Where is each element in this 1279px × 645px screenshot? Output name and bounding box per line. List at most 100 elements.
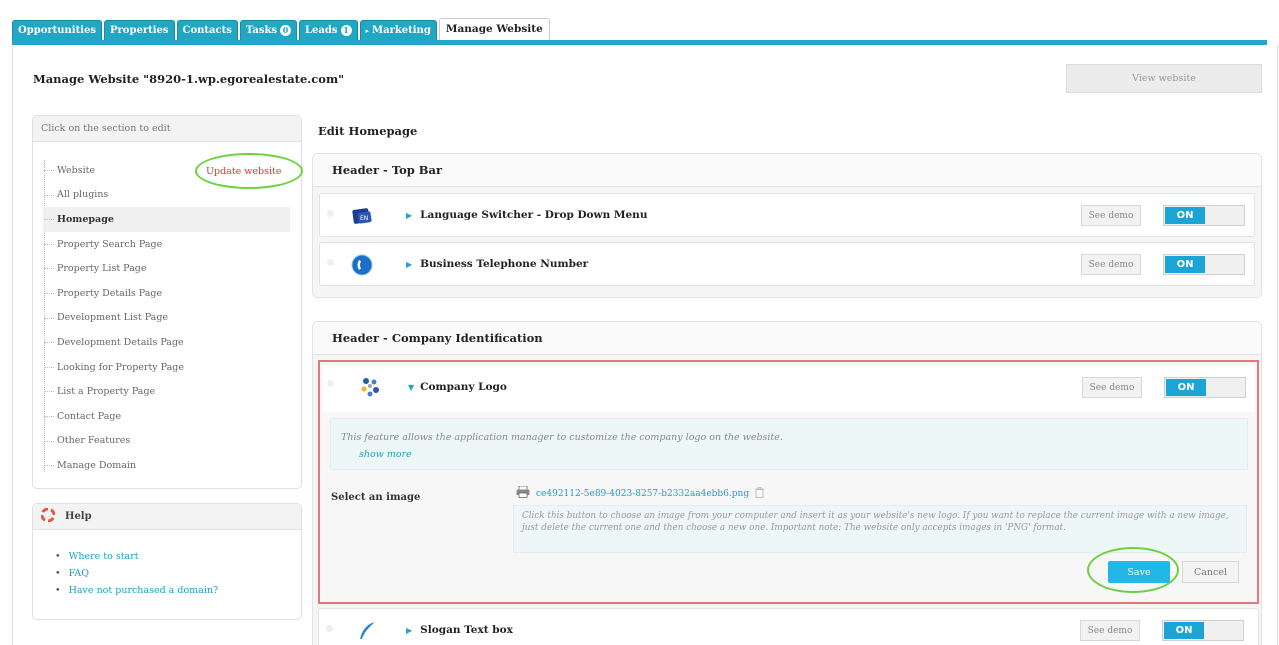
- sidebar-item-label: Property Details Page: [57, 287, 163, 299]
- feature-name: Slogan Text box: [420, 624, 513, 636]
- on-off-toggle[interactable]: ON: [1163, 254, 1245, 275]
- feature-slogan-text-box: ▶ Slogan Text box See demo ON: [318, 608, 1259, 645]
- help-link-faq[interactable]: FAQ: [55, 565, 301, 582]
- drag-handle[interactable]: [327, 380, 334, 387]
- drag-handle[interactable]: [327, 259, 334, 266]
- see-demo-button[interactable]: See demo: [1080, 620, 1140, 641]
- main-tabs: Opportunities Properties Contacts Tasks 0…: [12, 18, 550, 40]
- language-icon: EN: [350, 204, 374, 228]
- on-off-toggle[interactable]: ON: [1162, 620, 1244, 641]
- help-link-where-to-start[interactable]: Where to start: [55, 548, 301, 565]
- feature-toggle-expand[interactable]: ▶ Language Switcher - Drop Down Menu: [406, 209, 647, 221]
- uploaded-file: ce492112-5e89-4023-8257-b2332aa4ebb6.png: [516, 485, 765, 501]
- sidebar-item-label: Property List Page: [57, 263, 147, 275]
- tab-label: Opportunities: [18, 24, 97, 36]
- lifebuoy-icon: [40, 507, 56, 525]
- feature-description: This feature allows the application mana…: [330, 418, 1248, 470]
- sidebar-item-label: Manage Domain: [57, 459, 137, 471]
- sidebar-item-manage-domain[interactable]: Manage Domain: [43, 453, 293, 478]
- sidebar-item-label: List a Property Page: [57, 386, 156, 398]
- see-demo-button[interactable]: See demo: [1081, 205, 1141, 226]
- feature-toggle-expand[interactable]: ▶ Business Telephone Number: [406, 258, 588, 270]
- show-more-link[interactable]: show more: [359, 449, 1247, 460]
- tab-manage-website[interactable]: Manage Website: [438, 18, 550, 40]
- sidebar-item-property-search[interactable]: Property Search Page: [43, 232, 293, 257]
- help-link-label: FAQ: [68, 568, 90, 579]
- highlight-circle: [1087, 547, 1179, 593]
- toggle-on-label: ON: [1165, 207, 1205, 224]
- sidebar-item-property-list[interactable]: Property List Page: [43, 256, 293, 281]
- sidebar-item-homepage[interactable]: Homepage: [43, 207, 290, 232]
- tab-label: Properties: [110, 24, 169, 36]
- edit-homepage-title: Edit Homepage: [318, 124, 418, 138]
- view-website-button[interactable]: View website: [1066, 64, 1262, 93]
- sidebar-list: Website All plugins Homepage Property Se…: [43, 158, 293, 478]
- sidebar-item-property-details[interactable]: Property Details Page: [43, 281, 293, 306]
- help-title: Help: [65, 511, 92, 522]
- sidebar-item-label: Contact Page: [57, 410, 122, 422]
- help-box: Help Where to start FAQ Have not purchas…: [32, 503, 302, 620]
- sidebar-item-label: Website: [57, 164, 96, 176]
- tab-label: Marketing: [372, 24, 431, 36]
- printer-icon: [516, 485, 530, 501]
- on-off-toggle[interactable]: ON: [1163, 205, 1245, 226]
- file-name-link[interactable]: ce492112-5e89-4023-8257-b2332aa4ebb6.png: [536, 489, 749, 499]
- chevron-right-icon: ▶: [406, 625, 413, 635]
- sidebar-item-development-details[interactable]: Development Details Page: [43, 330, 293, 355]
- chevron-right-icon: ▶: [406, 259, 413, 269]
- tab-opportunities[interactable]: Opportunities: [12, 20, 103, 40]
- sidebar-item-list-a-property[interactable]: List a Property Page: [43, 379, 293, 404]
- toggle-on-label: ON: [1166, 379, 1206, 396]
- company-logo-panel: ▼ Company Logo See demo ON This feature a…: [318, 360, 1259, 604]
- feature-name: Company Logo: [420, 381, 507, 393]
- sidebar-item-other-features[interactable]: Other Features: [43, 429, 293, 454]
- see-demo-button[interactable]: See demo: [1082, 377, 1142, 398]
- sidebar-item-label: Development Details Page: [57, 336, 184, 348]
- feature-toggle-expand[interactable]: ▶ Slogan Text box: [406, 624, 513, 636]
- cancel-button[interactable]: Cancel: [1182, 561, 1239, 583]
- chevron-down-icon: ▼: [408, 382, 415, 392]
- highlight-circle: [195, 153, 303, 189]
- feature-language-switcher: EN ▶ Language Switcher - Drop Down Menu S…: [319, 193, 1255, 237]
- section-title: Header - Company Identification: [313, 322, 1261, 355]
- logo-icon: [357, 374, 383, 400]
- tab-marketing[interactable]: ▸ Marketing: [359, 20, 437, 40]
- sidebar-item-development-list[interactable]: Development List Page: [43, 306, 293, 331]
- sidebar-item-label: Looking for Property Page: [57, 361, 184, 373]
- help-link-label: Where to start: [68, 551, 139, 562]
- tab-label: Contacts: [182, 24, 232, 36]
- chevron-right-icon: ▶: [406, 210, 413, 220]
- tab-properties[interactable]: Properties: [104, 20, 175, 40]
- sidebar-item-contact-page[interactable]: Contact Page: [43, 404, 293, 429]
- tab-label: Tasks: [245, 24, 278, 36]
- tab-tasks[interactable]: Tasks 0: [239, 20, 298, 40]
- select-image-label: Select an image: [331, 492, 421, 503]
- help-links: Where to start FAQ Have not purchased a …: [33, 530, 301, 599]
- file-help-note: Click this button to choose an image fro…: [513, 505, 1247, 553]
- leads-count-badge: 1: [340, 25, 352, 36]
- page-title: Manage Website "8920-1.wp.egorealestate.…: [33, 72, 345, 86]
- sidebar-item-label: Other Features: [57, 435, 131, 447]
- help-link-label: Have not purchased a domain?: [68, 585, 219, 596]
- phone-icon: [350, 253, 374, 277]
- see-demo-button[interactable]: See demo: [1081, 254, 1141, 275]
- drag-handle[interactable]: [326, 625, 333, 632]
- toggle-on-label: ON: [1164, 622, 1204, 639]
- tasks-count-badge: 0: [280, 25, 292, 36]
- section-header-top-bar: Header - Top Bar EN ▶ Language Switcher -…: [312, 153, 1262, 298]
- svg-text:EN: EN: [360, 215, 368, 222]
- sidebar-item-label: All plugins: [57, 189, 109, 201]
- tab-label: Leads: [305, 24, 338, 36]
- sidebar-header: Click on the section to edit: [33, 116, 301, 142]
- tab-contacts[interactable]: Contacts: [176, 20, 238, 40]
- sidebar-item-label: Homepage: [57, 213, 114, 225]
- trash-icon[interactable]: [755, 486, 765, 501]
- drag-handle[interactable]: [327, 210, 334, 217]
- tab-leads[interactable]: Leads 1: [299, 20, 358, 40]
- on-off-toggle[interactable]: ON: [1164, 377, 1246, 398]
- sidebar-item-looking-for-property[interactable]: Looking for Property Page: [43, 355, 293, 380]
- feather-icon: [355, 619, 379, 643]
- feature-toggle-collapse[interactable]: ▼ Company Logo: [408, 381, 507, 393]
- section-title: Header - Top Bar: [313, 154, 1261, 187]
- help-link-no-domain[interactable]: Have not purchased a domain?: [55, 582, 301, 599]
